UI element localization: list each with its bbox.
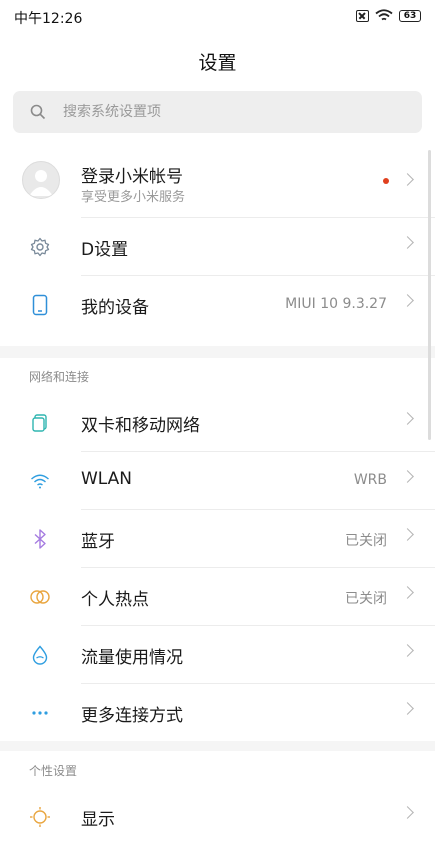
chevron-right-icon bbox=[401, 586, 414, 599]
account-row[interactable]: 登录小米帐号 享受更多小米服务 bbox=[0, 146, 435, 218]
row-label: 我的设备 bbox=[81, 298, 149, 318]
phone-icon bbox=[28, 293, 52, 317]
chevron-right-icon bbox=[401, 236, 414, 249]
status-time: 中午12:26 bbox=[14, 11, 83, 27]
row-value: 已关闭 bbox=[345, 591, 387, 607]
row-dual-sim[interactable]: 双卡和移动网络 bbox=[0, 394, 435, 452]
row-label: 双卡和移动网络 bbox=[81, 416, 200, 436]
bluetooth-icon bbox=[28, 527, 52, 551]
search-bar[interactable] bbox=[13, 91, 422, 133]
row-label: 个人热点 bbox=[81, 590, 149, 610]
hotspot-icon bbox=[28, 585, 52, 609]
row-label: 蓝牙 bbox=[81, 532, 115, 552]
status-icons: 63 bbox=[356, 9, 421, 22]
search-input[interactable] bbox=[63, 91, 403, 133]
row-bluetooth[interactable]: 蓝牙 已关闭 bbox=[0, 510, 435, 568]
account-title: 登录小米帐号 bbox=[81, 167, 183, 187]
page-title: 设置 bbox=[198, 52, 237, 74]
chevron-right-icon bbox=[401, 528, 414, 541]
more-dots-icon bbox=[28, 701, 52, 725]
row-d-settings[interactable]: D设置 bbox=[0, 218, 435, 276]
row-hotspot[interactable]: 个人热点 已关闭 bbox=[0, 568, 435, 626]
row-label: 显示 bbox=[81, 810, 115, 830]
search-icon bbox=[30, 104, 46, 120]
row-my-device[interactable]: 我的设备 MIUI 10 9.3.27 bbox=[0, 276, 435, 334]
row-value: MIUI 10 9.3.27 bbox=[285, 296, 387, 312]
status-bar: 中午12:26 63 bbox=[0, 0, 435, 34]
battery-icon: 63 bbox=[399, 9, 421, 22]
sim-cards-icon bbox=[28, 411, 52, 435]
chevron-right-icon bbox=[401, 294, 414, 307]
chevron-right-icon bbox=[401, 173, 414, 186]
gear-icon bbox=[28, 235, 52, 259]
row-wlan[interactable]: WLAN WRB bbox=[0, 452, 435, 510]
chevron-right-icon bbox=[401, 644, 414, 657]
row-label: WLAN bbox=[81, 469, 133, 489]
scrollbar[interactable] bbox=[428, 150, 431, 440]
row-value: 已关闭 bbox=[345, 533, 387, 549]
row-data-usage[interactable]: 流量使用情况 bbox=[0, 626, 435, 684]
chevron-right-icon bbox=[401, 702, 414, 715]
section-title: 个性设置 bbox=[29, 764, 78, 778]
row-label: 流量使用情况 bbox=[81, 648, 183, 668]
avatar bbox=[22, 161, 60, 199]
no-sim-icon bbox=[356, 9, 369, 22]
row-more-connections[interactable]: 更多连接方式 bbox=[0, 684, 435, 742]
row-display[interactable]: 显示 bbox=[0, 788, 435, 846]
display-sun-icon bbox=[28, 805, 52, 829]
section-header-network: 网络和连接 bbox=[0, 356, 435, 394]
wifi-status-icon bbox=[375, 9, 393, 21]
wifi-icon bbox=[28, 469, 52, 493]
data-drop-icon bbox=[28, 643, 52, 667]
row-value: WRB bbox=[353, 472, 387, 488]
row-label: 更多连接方式 bbox=[81, 706, 183, 726]
chevron-right-icon bbox=[401, 470, 414, 483]
section-title: 网络和连接 bbox=[29, 370, 90, 384]
chevron-right-icon bbox=[401, 412, 414, 425]
notification-dot bbox=[383, 178, 389, 184]
row-label: D设置 bbox=[81, 240, 129, 260]
section-header-personalization: 个性设置 bbox=[0, 750, 435, 788]
account-subtitle: 享受更多小米服务 bbox=[81, 190, 186, 205]
chevron-right-icon bbox=[401, 806, 414, 819]
